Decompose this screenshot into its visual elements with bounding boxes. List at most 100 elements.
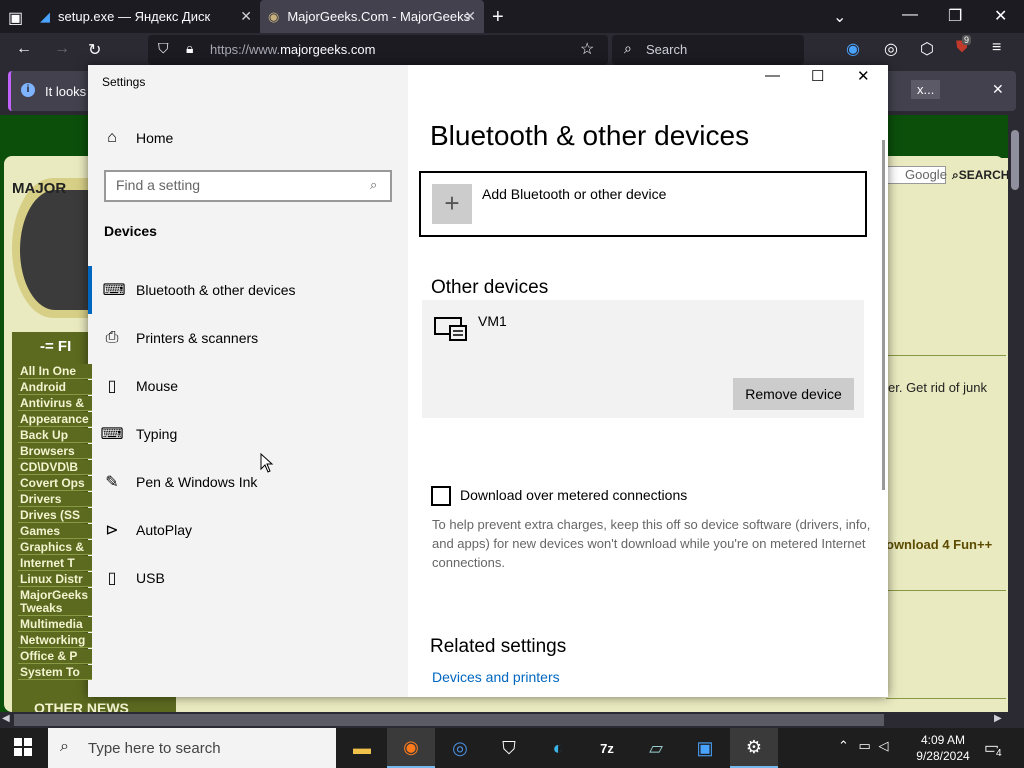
notification-close-icon[interactable]: ✕ xyxy=(992,81,1004,98)
nav-label: Typing xyxy=(136,426,178,442)
category-link[interactable]: Office & P xyxy=(18,649,92,664)
url-text[interactable]: https://www.majorgeeks.com xyxy=(210,42,375,57)
category-link[interactable]: Appearance xyxy=(18,412,92,427)
clock[interactable]: 4:09 AM 9/28/2024 xyxy=(908,732,978,764)
vertical-scrollbar[interactable] xyxy=(1008,115,1024,712)
system-tray: ⌃ ▭ ◁ xyxy=(838,738,888,754)
volume-muted-icon[interactable]: ◁ xyxy=(878,738,888,753)
shield-icon[interactable]: ⛉ xyxy=(158,40,169,57)
category-link[interactable]: Games xyxy=(18,524,92,539)
extension-badge: 9 xyxy=(962,35,972,45)
chevron-up-icon[interactable]: ⌃ xyxy=(838,738,849,753)
plus-icon: + xyxy=(432,184,472,224)
maximize-icon[interactable]: ☐ xyxy=(811,67,824,85)
search-input[interactable] xyxy=(612,35,804,65)
category-link[interactable]: All In One xyxy=(18,364,92,379)
close-tab-icon[interactable]: ✕ xyxy=(240,8,252,25)
nav-pen-ink[interactable]: ✎ Pen & Windows Ink xyxy=(88,458,408,506)
notepad-icon[interactable]: ▱ xyxy=(632,728,680,768)
nav-usb[interactable]: ▯ USB xyxy=(88,554,408,602)
search-icon: ⌕ xyxy=(952,168,959,182)
category-link[interactable]: Drives (SS xyxy=(18,508,92,523)
7zip-icon[interactable]: 7z xyxy=(583,728,631,768)
nav-autoplay[interactable]: ⊳ AutoPlay xyxy=(88,506,408,554)
category-link[interactable]: Antivirus & xyxy=(18,396,92,411)
home-link[interactable]: ⌂ Home xyxy=(88,114,408,162)
scroll-left-icon[interactable]: ◀ xyxy=(2,713,10,724)
window-title: Settings xyxy=(102,75,146,89)
tab-majorgeeks[interactable]: ◉ MajorGeeks.Com - MajorGeeks ✕ xyxy=(260,0,484,33)
home-icon: ⌂ xyxy=(107,129,117,146)
category-link[interactable]: Drivers xyxy=(18,492,92,507)
category-link[interactable]: Android xyxy=(18,380,92,395)
category-link[interactable]: Linux Distr xyxy=(18,572,92,587)
metered-checkbox[interactable] xyxy=(431,486,451,506)
site-search-button[interactable]: ⌕SEARCH xyxy=(952,168,1009,183)
category-link[interactable]: Browsers xyxy=(18,444,92,459)
tab-title: setup.exe — Яндекс Диск xyxy=(58,9,211,24)
vpn-extension-icon[interactable]: ◉ xyxy=(846,39,860,59)
new-tab-icon[interactable]: + xyxy=(492,6,504,29)
settings-gear-icon[interactable]: ⚙ xyxy=(730,728,778,768)
edge-icon[interactable]: ◐ xyxy=(534,728,582,768)
bluetooth-devices-icon: ⌨ xyxy=(102,282,126,299)
forward-icon[interactable]: → xyxy=(54,40,70,58)
category-link[interactable]: Back Up xyxy=(18,428,92,443)
horizontal-scrollbar-thumb[interactable] xyxy=(14,714,884,726)
category-link[interactable]: Covert Ops xyxy=(18,476,92,491)
chrome-icon[interactable]: ◎ xyxy=(436,728,484,768)
category-link[interactable]: Tweaks xyxy=(18,601,92,616)
category-link[interactable]: Multimedia xyxy=(18,617,92,632)
divider xyxy=(886,698,1006,699)
notification-action-button[interactable]: x... xyxy=(911,80,941,99)
site-search-label: SEARCH xyxy=(958,168,1010,182)
app-icon[interactable]: ▣ xyxy=(681,728,729,768)
close-tab-icon[interactable]: ✕ xyxy=(464,8,476,25)
scroll-right-icon[interactable]: ▶ xyxy=(994,713,1002,724)
settings-scrollbar[interactable] xyxy=(882,140,885,490)
category-link[interactable]: System To xyxy=(18,665,92,680)
category-link[interactable]: Graphics & xyxy=(18,540,92,555)
keyboard-icon: ⌨ xyxy=(100,426,124,443)
security-shield-icon[interactable]: ⛉ xyxy=(485,728,533,768)
nav-bluetooth-devices[interactable]: ⌨ Bluetooth & other devices xyxy=(88,266,408,314)
close-icon[interactable]: ✕ xyxy=(857,67,870,85)
notification-text: It looks xyxy=(45,84,87,99)
reload-icon[interactable]: ↻ xyxy=(88,40,101,60)
network-icon[interactable]: ▭ xyxy=(859,738,871,753)
nav-label: Pen & Windows Ink xyxy=(136,474,258,490)
lock-icon[interactable]: 🔒︎ xyxy=(186,40,193,57)
category-link[interactable]: CD\DVD\B xyxy=(18,460,92,475)
device-icon xyxy=(434,316,468,348)
nav-printers-scanners[interactable]: ⎙ Printers & scanners xyxy=(88,314,408,362)
bookmark-star-icon[interactable]: ☆ xyxy=(580,39,594,59)
nav-typing[interactable]: ⌨ Typing xyxy=(88,410,408,458)
close-icon[interactable]: ✕ xyxy=(994,6,1007,26)
remove-device-button[interactable]: Remove device xyxy=(733,378,854,410)
restore-icon[interactable]: ❐ xyxy=(948,6,962,26)
minimize-icon[interactable]: — xyxy=(902,6,918,24)
extensions-icon[interactable]: ⬡ xyxy=(920,39,934,59)
nav-mouse[interactable]: ▯ Mouse xyxy=(88,362,408,410)
devices-printers-link[interactable]: Devices and printers xyxy=(432,669,560,685)
menu-icon[interactable]: ≡ xyxy=(992,39,1001,57)
vertical-scrollbar-thumb[interactable] xyxy=(1011,130,1019,190)
tab-yandex-disk[interactable]: ◢ setup.exe — Яндекс Диск ✕ xyxy=(32,0,260,33)
find-setting-placeholder: Find a setting xyxy=(116,177,201,193)
home-label: Home xyxy=(136,130,174,146)
firefox-icon[interactable]: ◉ xyxy=(387,728,435,768)
article-link[interactable]: ownload 4 Fun++ xyxy=(886,537,992,552)
nav-label: Printers & scanners xyxy=(136,330,259,346)
taskbar-search-placeholder: Type here to search xyxy=(88,740,221,757)
minimize-icon[interactable]: — xyxy=(765,67,780,84)
category-link[interactable]: Internet T xyxy=(18,556,92,571)
file-explorer-icon[interactable]: ▬ xyxy=(338,728,386,768)
tab-list-icon[interactable]: ▣ xyxy=(8,8,23,28)
windows-start-icon[interactable] xyxy=(14,738,32,761)
account-icon[interactable]: ◎ xyxy=(884,39,898,59)
google-search-input[interactable]: Google xyxy=(886,166,947,184)
category-link[interactable]: Networking xyxy=(18,633,92,648)
chevron-down-icon[interactable]: ⌄ xyxy=(833,7,846,27)
add-device-button[interactable] xyxy=(419,171,867,237)
back-icon[interactable]: ← xyxy=(16,40,32,58)
